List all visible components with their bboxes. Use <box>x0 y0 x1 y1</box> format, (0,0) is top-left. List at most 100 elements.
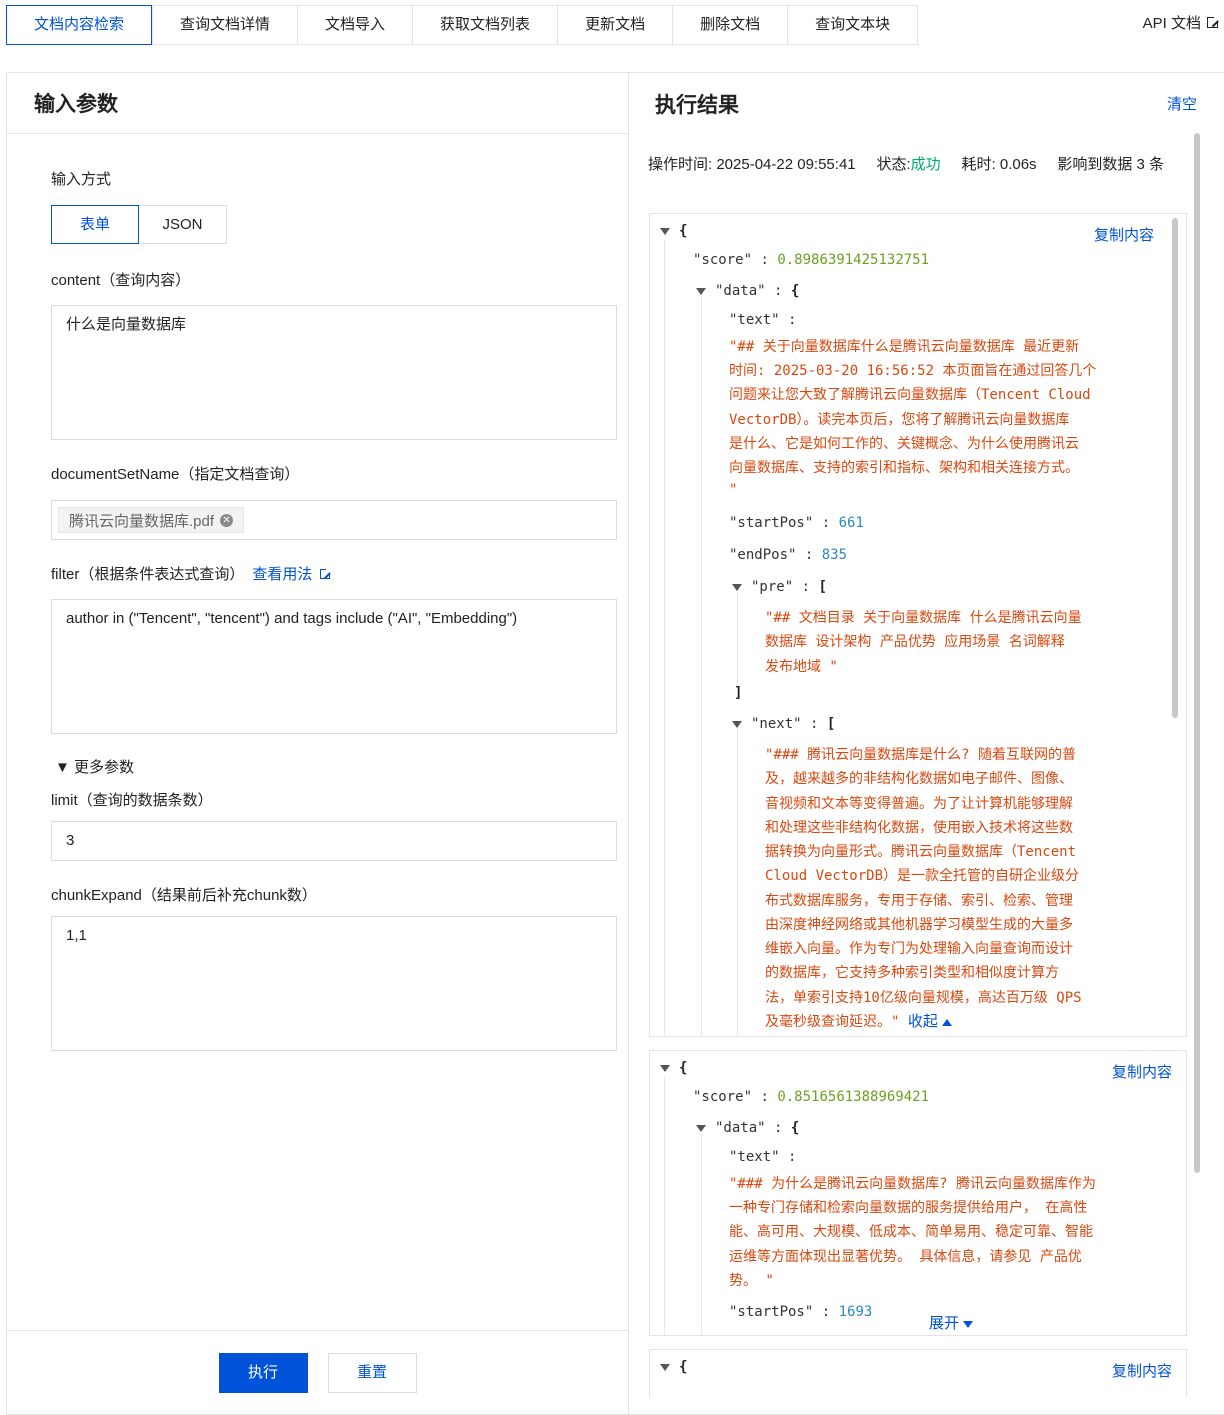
collapse-toggle[interactable]: 收起 <box>908 1013 952 1030</box>
limit-input[interactable]: 3 <box>51 821 617 861</box>
collapse-icon[interactable] <box>660 1064 670 1072</box>
mode-json-button[interactable]: JSON <box>139 205 227 244</box>
next-line: Cloud VectorDB）是一款全托管的自研企业级分 <box>765 868 1080 884</box>
copy-button[interactable]: 复制内容 <box>1112 1061 1172 1082</box>
result-card: 复制内容 { "score" : 0.8516561388969421 "dat… <box>649 1050 1187 1336</box>
tab-document-search[interactable]: 文档内容检索 <box>6 5 153 45</box>
tree-guide-line <box>664 240 665 1036</box>
text-line: VectorDB）。读完本页后，您将了解腾讯云向量数据库 <box>729 412 1070 428</box>
text-line: " <box>729 482 738 498</box>
status-value: 成功 <box>910 156 941 173</box>
time-cost: 耗时: 0.06s <box>961 156 1037 173</box>
filter-textarea[interactable]: author in ("Tencent", "tencent") and tag… <box>51 599 617 734</box>
card-scrollbar[interactable] <box>1172 218 1178 718</box>
score-value: 0.8986391425132751 <box>777 252 930 268</box>
json-pre-close: ] <box>734 685 743 701</box>
json-next-open[interactable]: "next" : [ <box>732 716 835 732</box>
docset-select[interactable]: 腾讯云向量数据库.pdf ✕ <box>51 500 617 540</box>
tab-update-document[interactable]: 更新文档 <box>557 6 672 44</box>
affected-count: 影响到数据 3 条 <box>1057 156 1165 173</box>
tree-guide-line <box>701 1133 702 1335</box>
caret-down-icon <box>963 1320 974 1328</box>
collapse-icon[interactable] <box>660 1363 670 1371</box>
tab-document-import[interactable]: 文档导入 <box>297 6 412 44</box>
next-line: 法，单索引支持10亿级向量规模，高达百万级 QPS <box>765 990 1082 1006</box>
api-doc-link[interactable]: API 文档 <box>1143 12 1220 33</box>
docset-tag: 腾讯云向量数据库.pdf ✕ <box>58 507 245 533</box>
result-title: 执行结果 <box>655 93 739 117</box>
pre-line: 数据库 设计架构 产品优势 应用场景 名词解释 <box>765 634 1065 650</box>
result-scrollbar[interactable] <box>1194 133 1200 1173</box>
text-line: "## 关于向量数据库什么是腾讯云向量数据库 最近更新 <box>729 339 1080 355</box>
startpos-value: 661 <box>838 515 864 531</box>
json-root-open[interactable]: { <box>660 1359 687 1375</box>
collapse-icon[interactable] <box>660 227 670 235</box>
tree-guide-line <box>737 586 738 686</box>
collapse-label: 收起 <box>907 1013 938 1030</box>
caret-up-icon <box>941 1018 952 1026</box>
clear-button[interactable]: 清空 <box>1167 93 1197 114</box>
reset-button[interactable]: 重置 <box>327 1352 417 1393</box>
collapse-icon[interactable] <box>696 1124 706 1132</box>
result-panel: 执行结果 清空 操作时间: 2025-04-22 09:55:41 状态:成功 … <box>628 72 1224 1415</box>
endpos-value: 835 <box>821 547 848 563</box>
collapse-icon[interactable] <box>696 287 706 295</box>
op-time: 2025-04-22 09:55:41 <box>716 156 856 173</box>
tab-document-list[interactable]: 获取文档列表 <box>412 6 557 44</box>
collapse-icon[interactable] <box>732 720 742 728</box>
tab-document-detail[interactable]: 查询文档详情 <box>152 6 297 44</box>
docset-tag-label: 腾讯云向量数据库.pdf <box>69 512 215 530</box>
next-line: 及毫秒级查询延迟。" <box>765 1014 900 1030</box>
tree-guide-line <box>737 726 738 1036</box>
remove-tag-icon[interactable]: ✕ <box>220 513 234 527</box>
text-line: 势。 " <box>729 1273 774 1289</box>
content-textarea[interactable]: 什么是向量数据库 <box>51 305 617 440</box>
json-text-key: "text" : <box>729 312 797 328</box>
next-line: 及，越来越多的非结构化数据如电子邮件、图像、 <box>765 771 1073 787</box>
text-line: 一种专门存储和检索向量数据的服务提供给用户， 在高性 <box>729 1200 1088 1216</box>
expand-label: 展开 <box>929 1315 960 1332</box>
tab-query-chunks[interactable]: 查询文本块 <box>787 6 917 44</box>
json-startpos-row: "startPos" : 661 <box>729 515 864 531</box>
expand-toggle[interactable]: 展开 <box>929 1312 974 1333</box>
result-meta: 操作时间: 2025-04-22 09:55:41 状态:成功 耗时: 0.06… <box>648 153 1193 177</box>
next-line: 维嵌入向量。作为专门为处理输入向量查询而设计 <box>765 941 1073 957</box>
json-text-key: "text" : <box>729 1149 797 1165</box>
json-data-open[interactable]: "data" : { <box>696 283 799 299</box>
json-score-row: "score" : 0.8986391425132751 <box>693 252 930 268</box>
next-last-row: 及毫秒级查询延迟。" 收起 <box>765 1010 952 1034</box>
filter-usage-link[interactable]: 查看用法 <box>252 563 312 584</box>
next-line: 据转换为向量形式。腾讯云向量数据库（Tencent <box>765 844 1076 860</box>
startpos-value: 1693 <box>838 1304 873 1320</box>
result-card: 复制内容 { "score" : 0.8986391425132751 "dat… <box>649 213 1187 1037</box>
chunk-expand-textarea[interactable]: 1,1 <box>51 916 617 1051</box>
collapse-icon[interactable] <box>732 583 742 591</box>
input-mode-switch: 表单 JSON <box>51 205 628 244</box>
next-line: 布式数据库服务，专用于存储、索引、检索、管理 <box>765 893 1073 909</box>
result-scrollbar-thumb[interactable] <box>1194 133 1200 1173</box>
content-label: content（查询内容） <box>51 272 191 289</box>
json-root-open[interactable]: { <box>660 1060 687 1076</box>
text-line: 问题来让您大致了解腾讯云向量数据库（Tencent Cloud <box>729 387 1091 403</box>
mode-form-button[interactable]: 表单 <box>51 205 139 244</box>
filter-label: filter（根据条件表达式查询） <box>51 566 245 583</box>
more-params-toggle[interactable]: ▼ 更多参数 <box>55 756 628 777</box>
text-line: 能、高可用、大规模、低成本、简单易用、稳定可靠、智能 <box>729 1224 1093 1240</box>
run-button[interactable]: 执行 <box>218 1352 308 1393</box>
text-line: 时间: 2025-03-20 16:56:52 本页面旨在通过回答几个 <box>729 363 1097 379</box>
form-footer: 执行 重置 <box>7 1330 628 1414</box>
next-line: 由深度神经网络或其他机器学习模型生成的大量多 <box>765 917 1073 933</box>
external-link-icon <box>1207 15 1220 28</box>
text-line: "### 为什么是腾讯云向量数据库? 腾讯云向量数据库作为 <box>729 1176 1096 1192</box>
json-pre-open[interactable]: "pre" : [ <box>732 579 827 595</box>
docset-label: documentSetName（指定文档查询） <box>51 466 300 483</box>
copy-button[interactable]: 复制内容 <box>1112 1360 1172 1381</box>
params-form: 输入方式 表单 JSON content（查询内容） 什么是向量数据库 docu… <box>7 168 628 1051</box>
next-line: 和处理这些非结构化数据，使用嵌入技术将这些数 <box>765 820 1073 836</box>
copy-button[interactable]: 复制内容 <box>1094 224 1154 245</box>
json-root-open[interactable]: { <box>660 223 687 239</box>
external-link-icon <box>320 566 333 579</box>
tab-delete-document[interactable]: 删除文档 <box>672 6 787 44</box>
json-data-open[interactable]: "data" : { <box>696 1120 799 1136</box>
result-card: 复制内容 { <box>649 1349 1187 1397</box>
